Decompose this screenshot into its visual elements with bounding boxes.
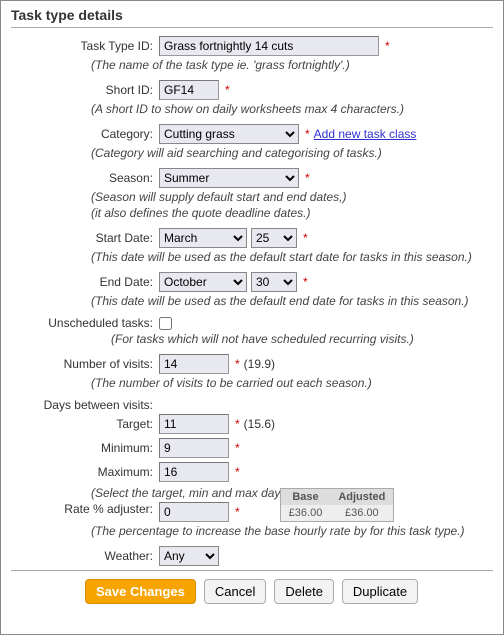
- end-day-select[interactable]: 30: [251, 272, 297, 292]
- target-input[interactable]: [159, 414, 229, 434]
- season-hint-1: (Season will supply default start and en…: [91, 190, 493, 204]
- panel-title: Task type details: [11, 7, 493, 23]
- action-bar: Save Changes Cancel Delete Duplicate: [11, 579, 493, 604]
- save-button[interactable]: Save Changes: [85, 579, 196, 604]
- maximum-input[interactable]: [159, 462, 229, 482]
- task-type-details-panel: Task type details Task Type ID: * (The n…: [0, 0, 504, 635]
- season-select[interactable]: Summer: [159, 168, 299, 188]
- visits-calc: (19.9): [244, 357, 275, 371]
- minimum-input[interactable]: [159, 438, 229, 458]
- rate-adjusted-header: Adjusted: [330, 489, 394, 506]
- end-month-select[interactable]: October: [159, 272, 247, 292]
- delete-button[interactable]: Delete: [274, 579, 334, 604]
- task-type-id-label: Task Type ID:: [11, 39, 159, 53]
- rate-adjusted-value: £36.00: [330, 505, 394, 522]
- category-select[interactable]: Cutting grass: [159, 124, 299, 144]
- visits-label: Number of visits:: [11, 357, 159, 371]
- rate-hint: (The percentage to increase the base hou…: [91, 524, 493, 538]
- category-hint: (Category will aid searching and categor…: [91, 146, 493, 160]
- unscheduled-label: Unscheduled tasks:: [11, 316, 159, 330]
- season-label: Season:: [11, 171, 159, 185]
- required-marker: *: [305, 127, 310, 141]
- rate-label: Rate % adjuster:: [11, 502, 159, 516]
- required-marker: *: [225, 83, 230, 97]
- required-marker: *: [235, 505, 240, 519]
- days-between-label: Days between visits:: [11, 398, 159, 412]
- rate-input[interactable]: [159, 502, 229, 522]
- short-id-hint: (A short ID to show on daily worksheets …: [91, 102, 493, 116]
- maximum-label: Maximum:: [11, 465, 159, 479]
- start-date-label: Start Date:: [11, 231, 159, 245]
- required-marker: *: [235, 357, 240, 371]
- rate-base-header: Base: [280, 489, 330, 506]
- required-marker: *: [303, 275, 308, 289]
- rate-base-value: £36.00: [280, 505, 330, 522]
- season-hint-2: (it also defines the quote deadline date…: [91, 206, 493, 220]
- start-month-select[interactable]: March: [159, 228, 247, 248]
- divider: [11, 27, 493, 28]
- visits-input[interactable]: [159, 354, 229, 374]
- weather-select[interactable]: Any: [159, 546, 219, 566]
- weather-label: Weather:: [11, 549, 159, 563]
- start-day-select[interactable]: 25: [251, 228, 297, 248]
- rate-table: Base Adjusted £36.00 £36.00: [280, 488, 395, 522]
- unscheduled-checkbox[interactable]: [159, 317, 172, 330]
- end-date-label: End Date:: [11, 275, 159, 289]
- start-date-hint: (This date will be used as the default s…: [91, 250, 493, 264]
- add-new-task-class-link[interactable]: Add new task class: [314, 127, 417, 141]
- required-marker: *: [305, 171, 310, 185]
- task-type-id-input[interactable]: [159, 36, 379, 56]
- duplicate-button[interactable]: Duplicate: [342, 579, 418, 604]
- required-marker: *: [385, 39, 390, 53]
- target-calc: (15.6): [244, 417, 275, 431]
- divider: [11, 570, 493, 571]
- target-label: Target:: [11, 417, 159, 431]
- end-date-hint: (This date will be used as the default e…: [91, 294, 493, 308]
- required-marker: *: [235, 465, 240, 479]
- category-label: Category:: [11, 127, 159, 141]
- task-type-id-hint: (The name of the task type ie. 'grass fo…: [91, 58, 493, 72]
- unscheduled-hint: (For tasks which will not have scheduled…: [111, 332, 493, 346]
- visits-hint: (The number of visits to be carried out …: [91, 376, 493, 390]
- required-marker: *: [235, 417, 240, 431]
- cancel-button[interactable]: Cancel: [204, 579, 266, 604]
- minimum-label: Minimum:: [11, 441, 159, 455]
- short-id-label: Short ID:: [11, 83, 159, 97]
- short-id-input[interactable]: [159, 80, 219, 100]
- required-marker: *: [235, 441, 240, 455]
- required-marker: *: [303, 231, 308, 245]
